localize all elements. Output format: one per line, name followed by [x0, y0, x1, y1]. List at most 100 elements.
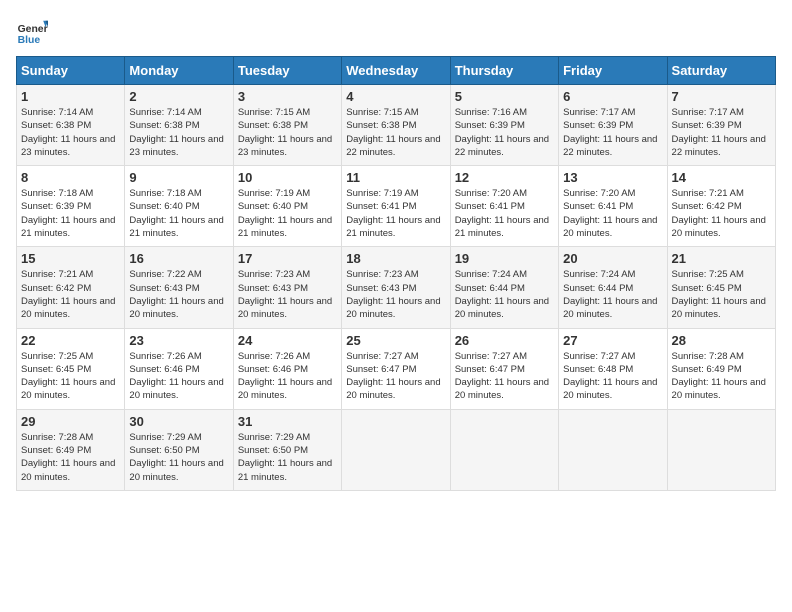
day-cell [667, 409, 775, 490]
day-cell: 1 Sunrise: 7:14 AM Sunset: 6:38 PM Daylig… [17, 85, 125, 166]
day-number: 31 [238, 414, 337, 429]
day-cell: 29 Sunrise: 7:28 AM Sunset: 6:49 PM Dayli… [17, 409, 125, 490]
day-number: 25 [346, 333, 445, 348]
day-cell: 18 Sunrise: 7:23 AM Sunset: 6:43 PM Dayli… [342, 247, 450, 328]
calendar-header: SundayMondayTuesdayWednesdayThursdayFrid… [17, 57, 776, 85]
week-row-3: 15 Sunrise: 7:21 AM Sunset: 6:42 PM Dayli… [17, 247, 776, 328]
day-number: 12 [455, 170, 554, 185]
week-row-4: 22Sunrise: 7:25 AM Sunset: 6:45 PM Dayli… [17, 328, 776, 409]
day-info: Sunrise: 7:27 AM Sunset: 6:47 PM Dayligh… [455, 350, 554, 403]
week-row-2: 8 Sunrise: 7:18 AM Sunset: 6:39 PM Daylig… [17, 166, 776, 247]
header-cell-sunday: Sunday [17, 57, 125, 85]
day-number: 9 [129, 170, 228, 185]
header-cell-saturday: Saturday [667, 57, 775, 85]
day-number: 17 [238, 251, 337, 266]
day-cell: 16 Sunrise: 7:22 AM Sunset: 6:43 PM Dayli… [125, 247, 233, 328]
day-number: 28 [672, 333, 771, 348]
day-cell [450, 409, 558, 490]
day-number: 27 [563, 333, 662, 348]
day-cell: 26 Sunrise: 7:27 AM Sunset: 6:47 PM Dayli… [450, 328, 558, 409]
day-cell: 13Sunrise: 7:20 AM Sunset: 6:41 PM Dayli… [559, 166, 667, 247]
svg-text:Blue: Blue [18, 35, 41, 46]
day-info: Sunrise: 7:28 AM Sunset: 6:49 PM Dayligh… [672, 350, 771, 403]
page-header: General Blue [16, 16, 776, 48]
day-info: Sunrise: 7:18 AM Sunset: 6:39 PM Dayligh… [21, 187, 120, 240]
day-cell: 12 Sunrise: 7:20 AM Sunset: 6:41 PM Dayli… [450, 166, 558, 247]
day-cell: 8 Sunrise: 7:18 AM Sunset: 6:39 PM Daylig… [17, 166, 125, 247]
day-cell: 10 Sunrise: 7:19 AM Sunset: 6:40 PM Dayli… [233, 166, 341, 247]
day-number: 11 [346, 170, 445, 185]
day-info: Sunrise: 7:26 AM Sunset: 6:46 PM Dayligh… [238, 350, 337, 403]
day-info: Sunrise: 7:26 AM Sunset: 6:46 PM Dayligh… [129, 350, 228, 403]
day-cell: 19Sunrise: 7:24 AM Sunset: 6:44 PM Dayli… [450, 247, 558, 328]
day-info: Sunrise: 7:29 AM Sunset: 6:50 PM Dayligh… [129, 431, 228, 484]
day-info: Sunrise: 7:22 AM Sunset: 6:43 PM Dayligh… [129, 268, 228, 321]
logo-icon: General Blue [16, 16, 48, 48]
day-info: Sunrise: 7:21 AM Sunset: 6:42 PM Dayligh… [672, 187, 771, 240]
week-row-1: 1 Sunrise: 7:14 AM Sunset: 6:38 PM Daylig… [17, 85, 776, 166]
day-info: Sunrise: 7:14 AM Sunset: 6:38 PM Dayligh… [21, 106, 120, 159]
day-info: Sunrise: 7:16 AM Sunset: 6:39 PM Dayligh… [455, 106, 554, 159]
day-cell: 28 Sunrise: 7:28 AM Sunset: 6:49 PM Dayli… [667, 328, 775, 409]
day-cell: 14Sunrise: 7:21 AM Sunset: 6:42 PM Dayli… [667, 166, 775, 247]
header-cell-wednesday: Wednesday [342, 57, 450, 85]
day-cell: 5 Sunrise: 7:16 AM Sunset: 6:39 PM Daylig… [450, 85, 558, 166]
day-info: Sunrise: 7:14 AM Sunset: 6:38 PM Dayligh… [129, 106, 228, 159]
day-number: 18 [346, 251, 445, 266]
day-cell: 20 Sunrise: 7:24 AM Sunset: 6:44 PM Dayli… [559, 247, 667, 328]
day-info: Sunrise: 7:19 AM Sunset: 6:41 PM Dayligh… [346, 187, 445, 240]
day-info: Sunrise: 7:17 AM Sunset: 6:39 PM Dayligh… [672, 106, 771, 159]
day-cell: 17 Sunrise: 7:23 AM Sunset: 6:43 PM Dayli… [233, 247, 341, 328]
day-number: 10 [238, 170, 337, 185]
day-cell: 3Sunrise: 7:15 AM Sunset: 6:38 PM Daylig… [233, 85, 341, 166]
calendar-body: 1 Sunrise: 7:14 AM Sunset: 6:38 PM Daylig… [17, 85, 776, 491]
day-cell: 23Sunrise: 7:26 AM Sunset: 6:46 PM Dayli… [125, 328, 233, 409]
day-info: Sunrise: 7:23 AM Sunset: 6:43 PM Dayligh… [346, 268, 445, 321]
day-number: 5 [455, 89, 554, 104]
day-info: Sunrise: 7:28 AM Sunset: 6:49 PM Dayligh… [21, 431, 120, 484]
day-cell: 22Sunrise: 7:25 AM Sunset: 6:45 PM Dayli… [17, 328, 125, 409]
day-number: 26 [455, 333, 554, 348]
header-row: SundayMondayTuesdayWednesdayThursdayFrid… [17, 57, 776, 85]
day-cell: 24 Sunrise: 7:26 AM Sunset: 6:46 PM Dayli… [233, 328, 341, 409]
day-cell: 2 Sunrise: 7:14 AM Sunset: 6:38 PM Daylig… [125, 85, 233, 166]
day-info: Sunrise: 7:15 AM Sunset: 6:38 PM Dayligh… [346, 106, 445, 159]
day-number: 15 [21, 251, 120, 266]
day-number: 24 [238, 333, 337, 348]
day-cell: 15 Sunrise: 7:21 AM Sunset: 6:42 PM Dayli… [17, 247, 125, 328]
day-info: Sunrise: 7:15 AM Sunset: 6:38 PM Dayligh… [238, 106, 337, 159]
day-number: 2 [129, 89, 228, 104]
day-cell: 9 Sunrise: 7:18 AM Sunset: 6:40 PM Daylig… [125, 166, 233, 247]
day-cell: 25Sunrise: 7:27 AM Sunset: 6:47 PM Dayli… [342, 328, 450, 409]
calendar-table: SundayMondayTuesdayWednesdayThursdayFrid… [16, 56, 776, 491]
day-cell: 6Sunrise: 7:17 AM Sunset: 6:39 PM Daylig… [559, 85, 667, 166]
day-cell: 30 Sunrise: 7:29 AM Sunset: 6:50 PM Dayli… [125, 409, 233, 490]
day-info: Sunrise: 7:21 AM Sunset: 6:42 PM Dayligh… [21, 268, 120, 321]
day-number: 13 [563, 170, 662, 185]
day-number: 4 [346, 89, 445, 104]
day-info: Sunrise: 7:18 AM Sunset: 6:40 PM Dayligh… [129, 187, 228, 240]
day-cell: 11 Sunrise: 7:19 AM Sunset: 6:41 PM Dayli… [342, 166, 450, 247]
header-cell-monday: Monday [125, 57, 233, 85]
day-number: 20 [563, 251, 662, 266]
day-cell: 31Sunrise: 7:29 AM Sunset: 6:50 PM Dayli… [233, 409, 341, 490]
day-number: 29 [21, 414, 120, 429]
day-number: 8 [21, 170, 120, 185]
day-info: Sunrise: 7:17 AM Sunset: 6:39 PM Dayligh… [563, 106, 662, 159]
day-info: Sunrise: 7:24 AM Sunset: 6:44 PM Dayligh… [563, 268, 662, 321]
day-info: Sunrise: 7:23 AM Sunset: 6:43 PM Dayligh… [238, 268, 337, 321]
day-info: Sunrise: 7:20 AM Sunset: 6:41 PM Dayligh… [455, 187, 554, 240]
day-info: Sunrise: 7:25 AM Sunset: 6:45 PM Dayligh… [672, 268, 771, 321]
day-cell: 21Sunrise: 7:25 AM Sunset: 6:45 PM Dayli… [667, 247, 775, 328]
day-cell [559, 409, 667, 490]
header-cell-friday: Friday [559, 57, 667, 85]
day-info: Sunrise: 7:19 AM Sunset: 6:40 PM Dayligh… [238, 187, 337, 240]
day-info: Sunrise: 7:27 AM Sunset: 6:48 PM Dayligh… [563, 350, 662, 403]
day-number: 1 [21, 89, 120, 104]
day-number: 19 [455, 251, 554, 266]
week-row-5: 29 Sunrise: 7:28 AM Sunset: 6:49 PM Dayli… [17, 409, 776, 490]
logo: General Blue [16, 16, 52, 48]
day-cell: 27 Sunrise: 7:27 AM Sunset: 6:48 PM Dayli… [559, 328, 667, 409]
day-number: 16 [129, 251, 228, 266]
day-number: 30 [129, 414, 228, 429]
